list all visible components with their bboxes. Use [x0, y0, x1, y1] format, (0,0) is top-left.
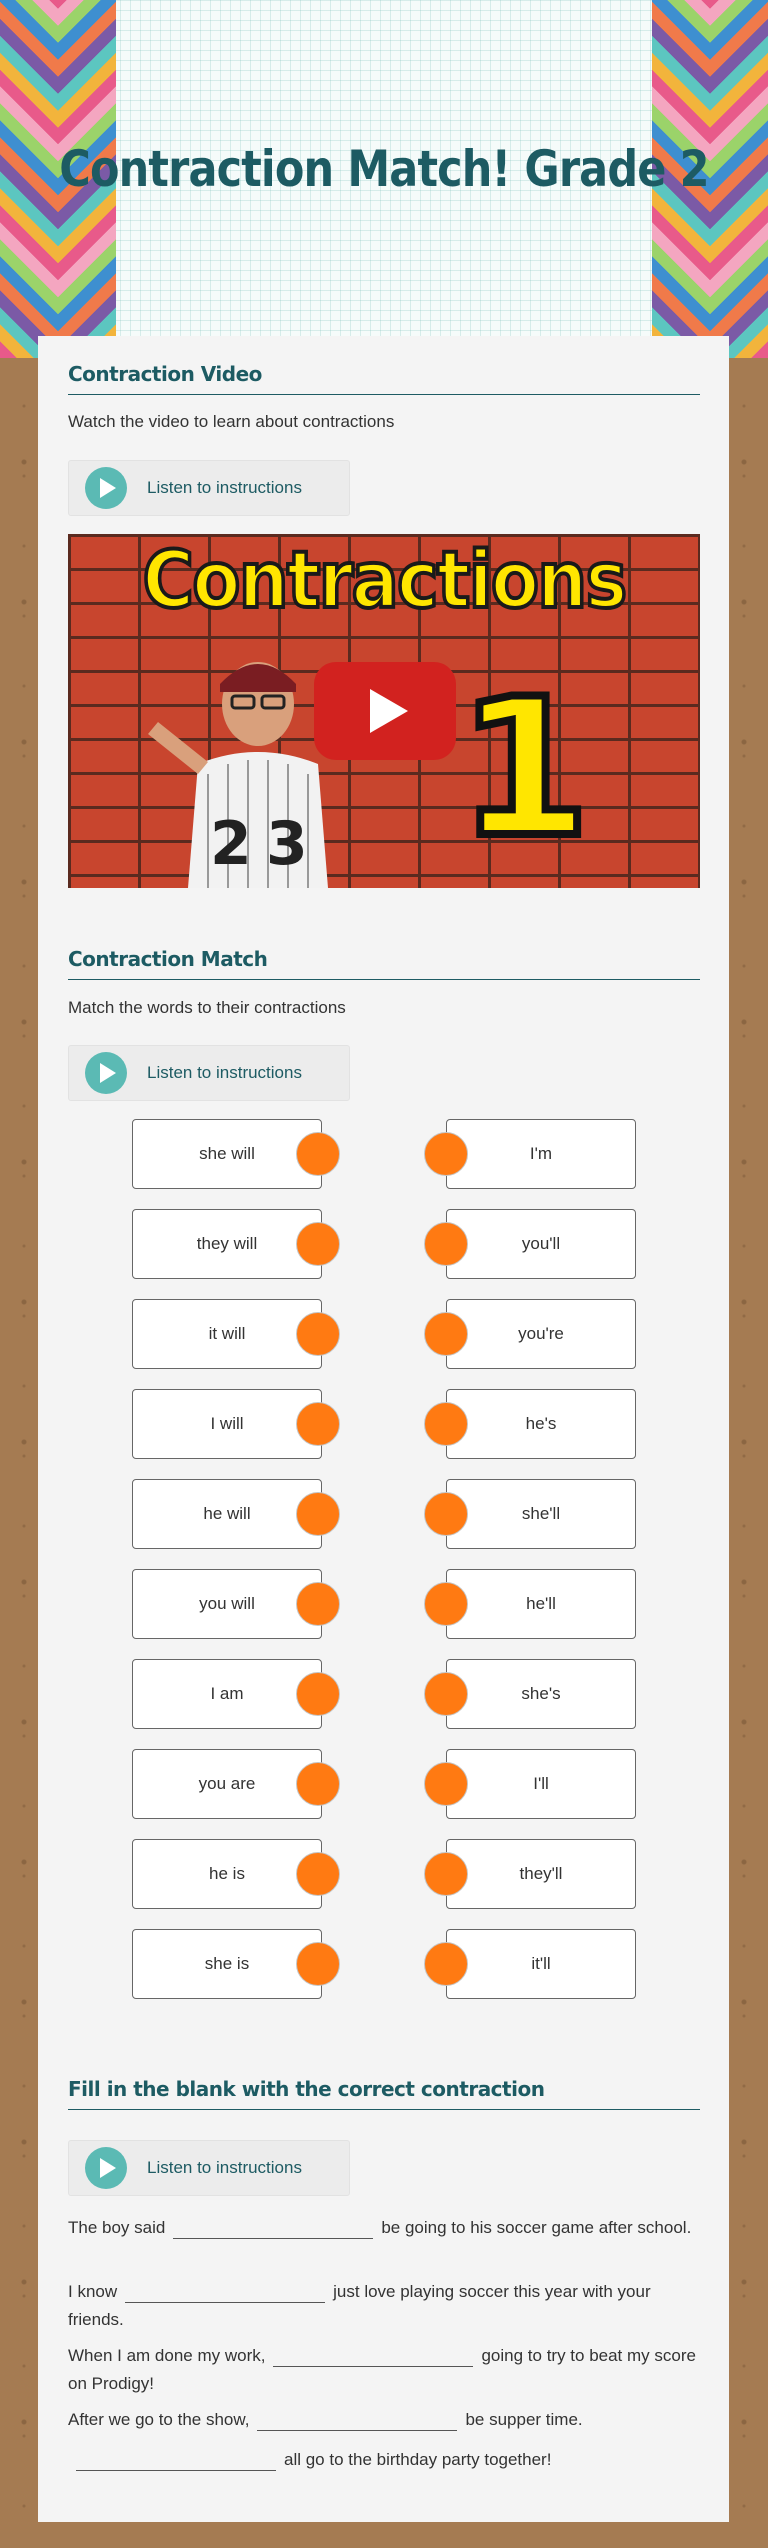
match-left-item[interactable]: you will — [132, 1569, 322, 1639]
match-left-item[interactable]: he is — [132, 1839, 322, 1909]
match-left-connector[interactable] — [296, 1942, 340, 1986]
svg-text:3: 3 — [266, 809, 308, 879]
match-right-connector[interactable] — [424, 1312, 468, 1356]
blank-input[interactable] — [125, 2283, 326, 2303]
match-left-item[interactable]: they will — [132, 1209, 322, 1279]
match-right-connector[interactable] — [424, 1222, 468, 1266]
fill-sentence-1: The boy said be going to his soccer game … — [68, 2214, 700, 2242]
blank-input[interactable] — [173, 2219, 374, 2239]
sentence-after: all go to the birthday party together! — [284, 2450, 552, 2469]
match-description: Match the words to their contractions — [68, 998, 346, 1017]
match-right-connector[interactable] — [424, 1672, 468, 1716]
video-thumbnail-number: 1 — [454, 658, 594, 879]
match-left-connector[interactable] — [296, 1132, 340, 1176]
section-title-fill: Fill in the blank with the correct contr… — [68, 2077, 700, 2110]
header-banner: Contraction Match! Grade 2 — [0, 0, 768, 358]
play-icon — [85, 1052, 127, 1094]
match-left-item[interactable]: I am — [132, 1659, 322, 1729]
video-description: Watch the video to learn about contracti… — [68, 412, 395, 431]
match-right-item[interactable]: she'll — [446, 1479, 636, 1549]
match-right-item[interactable]: she's — [446, 1659, 636, 1729]
match-right-connector[interactable] — [424, 1852, 468, 1896]
match-right-item[interactable]: I'll — [446, 1749, 636, 1819]
play-icon — [85, 2147, 127, 2189]
match-left-connector[interactable] — [296, 1312, 340, 1356]
match-left-item[interactable]: you are — [132, 1749, 322, 1819]
match-left-connector[interactable] — [296, 1402, 340, 1446]
match-left-item[interactable]: it will — [132, 1299, 322, 1369]
listen-instructions-fill[interactable]: Listen to instructions — [68, 2140, 350, 2196]
listen-label: Listen to instructions — [147, 478, 302, 497]
page-title: Contraction Match! Grade 2 — [59, 140, 709, 198]
sentence-before: After we go to the show, — [68, 2410, 250, 2429]
sentence-after: be supper time. — [465, 2410, 583, 2429]
match-right-connector[interactable] — [424, 1582, 468, 1626]
section-title-video: Contraction Video — [68, 362, 700, 395]
match-right-connector[interactable] — [424, 1762, 468, 1806]
match-left-connector[interactable] — [296, 1852, 340, 1896]
match-right-item[interactable]: you're — [446, 1299, 636, 1369]
play-icon — [85, 467, 127, 509]
listen-instructions-video[interactable]: Listen to instructions — [68, 460, 350, 516]
video-player[interactable]: Contractions 2 3 1 — [68, 534, 700, 888]
blank-input[interactable] — [273, 2347, 474, 2367]
sentence-before: When I am done my work, — [68, 2346, 266, 2365]
video-thumbnail-title: Contractions — [141, 534, 629, 628]
match-right-item[interactable]: I'm — [446, 1119, 636, 1189]
match-left-item[interactable]: she will — [132, 1119, 322, 1189]
fill-sentence-4: After we go to the show, be supper time. — [68, 2406, 700, 2434]
fill-sentence-3: When I am done my work, going to try to b… — [68, 2342, 700, 2398]
match-right-item[interactable]: it'll — [446, 1929, 636, 1999]
youtube-play-button[interactable] — [314, 662, 456, 760]
match-left-connector[interactable] — [296, 1492, 340, 1536]
listen-label: Listen to instructions — [147, 1063, 302, 1082]
match-right-connector[interactable] — [424, 1132, 468, 1176]
section-title-match: Contraction Match — [68, 947, 700, 980]
match-right-item[interactable]: you'll — [446, 1209, 636, 1279]
match-left-item[interactable]: she is — [132, 1929, 322, 1999]
match-right-connector[interactable] — [424, 1942, 468, 1986]
fill-sentence-5: all go to the birthday party together! — [68, 2446, 700, 2474]
fill-sentence-2: I know just love playing soccer this year… — [68, 2278, 700, 2334]
match-right-connector[interactable] — [424, 1492, 468, 1536]
match-right-item[interactable]: they'll — [446, 1839, 636, 1909]
sentence-before: The boy said — [68, 2218, 166, 2237]
sentence-before: I know — [68, 2282, 118, 2301]
match-left-connector[interactable] — [296, 1672, 340, 1716]
content-panel: Contraction Video Watch the video to lea… — [38, 336, 729, 2522]
match-left-connector[interactable] — [296, 1222, 340, 1266]
match-right-connector[interactable] — [424, 1402, 468, 1446]
match-left-item[interactable]: he will — [132, 1479, 322, 1549]
match-left-connector[interactable] — [296, 1582, 340, 1626]
svg-text:2: 2 — [210, 809, 252, 879]
match-right-item[interactable]: he's — [446, 1389, 636, 1459]
match-right-item[interactable]: he'll — [446, 1569, 636, 1639]
sentence-after: be going to his soccer game after school… — [381, 2218, 692, 2237]
listen-label: Listen to instructions — [147, 2158, 302, 2177]
blank-input[interactable] — [257, 2411, 458, 2431]
match-left-connector[interactable] — [296, 1762, 340, 1806]
match-left-item[interactable]: I will — [132, 1389, 322, 1459]
blank-input[interactable] — [76, 2451, 276, 2471]
listen-instructions-match[interactable]: Listen to instructions — [68, 1045, 350, 1101]
